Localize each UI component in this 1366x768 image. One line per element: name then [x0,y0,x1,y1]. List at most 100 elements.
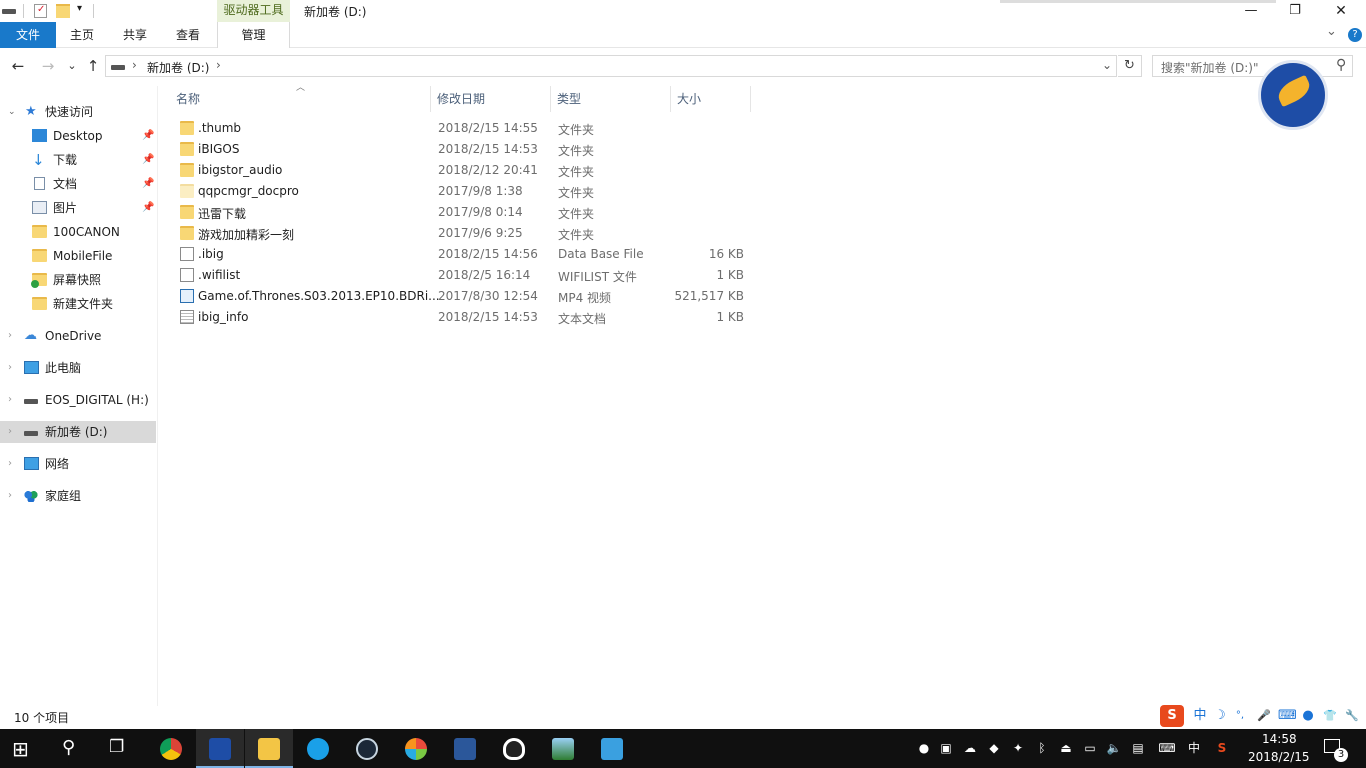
taskbar-word[interactable] [441,729,489,768]
nav-eos-digital[interactable]: › EOS_DIGITAL (H:) [0,389,156,411]
moon-icon[interactable]: ☽ [1212,708,1228,724]
input-lang-indicator[interactable]: 中 [1186,740,1202,756]
task-view-icon[interactable]: ❐ [109,737,124,757]
chevron-right-icon[interactable]: › [8,485,12,507]
taskbar-chrome[interactable] [147,729,195,768]
bluetooth-icon[interactable]: ᛒ [1034,740,1050,756]
back-button[interactable]: ← [8,56,28,76]
file-row[interactable]: 迅雷下载 2017/9/8 0:14 文件夹 [170,202,750,223]
nav-item-mobilefile[interactable]: MobileFile [0,245,156,267]
address-bar[interactable]: › 新加卷 (D:) › ⌄ [105,55,1117,77]
nav-homegroup[interactable]: › 家庭组 [0,485,156,507]
customize-qa-icon[interactable]: ▾ [77,3,82,14]
start-button[interactable]: ⊞ [12,737,29,761]
search-input[interactable]: 搜索"新加卷 (D:)" ⚲ [1152,55,1353,77]
bird-tray-icon[interactable]: ✦ [1010,740,1026,756]
nav-network[interactable]: › 网络 [0,453,156,475]
network-tray-icon[interactable]: ▤ [1130,740,1146,756]
file-row[interactable]: qqpcmgr_docpro 2017/9/8 1:38 文件夹 [170,181,750,202]
taskbar-remote-app[interactable] [588,729,636,768]
new-folder-icon[interactable] [56,4,70,18]
cloud-icon[interactable]: ☁ [962,740,978,756]
taskbar-photo-viewer[interactable] [539,729,587,768]
punctuation-icon[interactable]: °, [1232,708,1248,724]
nav-item-documents[interactable]: 文档 📌 [0,173,156,195]
restore-button[interactable]: ❐ [1272,0,1318,22]
nav-new-volume[interactable]: › 新加卷 (D:) [0,421,156,443]
file-row[interactable]: .thumb 2018/2/15 14:55 文件夹 [170,118,750,139]
taskbar-file-explorer[interactable] [245,729,293,768]
tab-share[interactable]: 共享 [113,22,157,48]
nav-this-pc[interactable]: › 此电脑 [0,357,156,379]
user-icon[interactable]: ● [1300,708,1316,724]
file-row[interactable]: Game.of.Thrones.S03.2013.EP10.BDRi... 20… [170,286,750,307]
chevron-right-icon[interactable]: › [8,325,12,347]
recent-locations-button[interactable]: ⌄ [62,56,82,76]
file-row[interactable]: iBIGOS 2018/2/15 14:53 文件夹 [170,139,750,160]
tab-file[interactable]: 文件 [0,22,56,48]
sogou-tray-icon[interactable]: S [1214,740,1230,756]
close-button[interactable]: ✕ [1318,0,1364,22]
keyboard-icon[interactable]: ⌨ [1278,708,1297,724]
tools-icon[interactable]: 🔧 [1344,708,1360,724]
nav-item-screenshots[interactable]: 屏幕快照 [0,269,156,291]
floating-bird-logo-icon[interactable] [1258,60,1328,130]
column-header-name[interactable]: 名称 [170,86,431,112]
help-icon[interactable]: ? [1348,28,1362,42]
chevron-right-icon[interactable]: › [8,357,12,379]
nav-quick-access[interactable]: ⌄ ★ 快速访问 [0,101,156,123]
file-row[interactable]: .ibig 2018/2/15 14:56 Data Base File 16 … [170,244,750,265]
column-header-modified[interactable]: 修改日期 [431,86,551,112]
nav-item-100canon[interactable]: 100CANON [0,221,156,243]
sogou-logo-icon[interactable]: S [1160,705,1184,727]
usb-icon[interactable]: ⏏ [1058,740,1074,756]
chevron-right-icon[interactable]: › [8,389,12,411]
taskbar-qq[interactable] [490,729,538,768]
taskbar-bird-app[interactable] [196,729,244,768]
tab-manage[interactable]: 管理 [217,22,290,48]
qq-tray-icon[interactable]: ● [916,740,932,756]
refresh-button[interactable]: ↻ [1118,55,1142,77]
pin-icon[interactable]: 📌 [142,149,154,171]
file-row[interactable]: ibigstor_audio 2018/2/12 20:41 文件夹 [170,160,750,181]
shield-icon[interactable]: ◆ [986,740,1002,756]
tab-home[interactable]: 主页 [60,22,104,48]
up-button[interactable]: ↑ [83,56,103,76]
taskbar-steam[interactable] [343,729,391,768]
nav-item-desktop[interactable]: Desktop 📌 [0,125,156,147]
nav-item-downloads[interactable]: ↓ 下载 📌 [0,149,156,171]
volume-icon[interactable]: 🔈 [1106,740,1122,756]
chevron-right-icon[interactable]: › [8,453,12,475]
chevron-down-icon[interactable]: ⌄ [8,101,16,123]
app-tray-icon[interactable]: ▣ [938,740,954,756]
pin-icon[interactable]: 📌 [142,173,154,195]
search-icon[interactable]: ⚲ [62,737,75,758]
clock-time[interactable]: 14:58 [1262,732,1297,746]
taskbar-game-app[interactable] [392,729,440,768]
expand-ribbon-icon[interactable]: ⌄ [1326,24,1337,39]
battery-icon[interactable]: ▭ [1082,740,1098,756]
ime-lang-toggle[interactable]: 中 [1192,708,1208,724]
pin-icon[interactable]: 📌 [142,197,154,219]
taskbar-video-app[interactable] [294,729,342,768]
nav-onedrive[interactable]: › ☁ OneDrive [0,325,156,347]
breadcrumb-sep-icon[interactable]: › [132,58,137,72]
tab-view[interactable]: 查看 [166,22,210,48]
forward-button[interactable]: → [38,56,58,76]
column-header-size[interactable]: 大小 [671,86,751,112]
breadcrumb-current[interactable]: 新加卷 (D:) [147,59,209,76]
chevron-right-icon[interactable]: › [8,421,12,443]
file-row[interactable]: .wifilist 2018/2/5 16:14 WIFILIST 文件 1 K… [170,265,750,286]
search-icon[interactable]: ⚲ [1336,57,1346,73]
clock-date[interactable]: 2018/2/15 [1248,750,1310,764]
file-row[interactable]: ibig_info 2018/2/15 14:53 文本文档 1 KB [170,307,750,328]
skin-icon[interactable]: 👕 [1322,708,1338,724]
file-row[interactable]: 游戏加加精彩一刻 2017/9/6 9:25 文件夹 [170,223,750,244]
pin-icon[interactable]: 📌 [142,125,154,147]
address-dropdown-icon[interactable]: ⌄ [1102,58,1112,72]
column-header-type[interactable]: 类型 [551,86,671,112]
nav-item-pictures[interactable]: 图片 📌 [0,197,156,219]
nav-item-new-folder[interactable]: 新建文件夹 [0,293,156,315]
breadcrumb-sep-icon[interactable]: › [216,58,221,72]
minimize-button[interactable]: — [1228,0,1274,22]
